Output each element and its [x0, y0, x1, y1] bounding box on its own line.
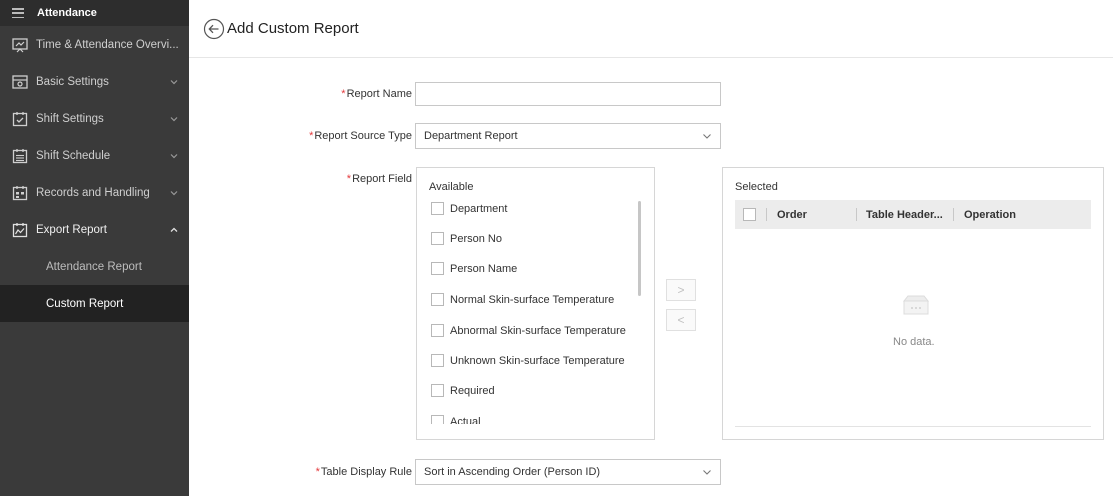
export-report-icon — [12, 222, 28, 237]
available-item[interactable]: Actual — [431, 415, 481, 424]
checkbox[interactable] — [431, 384, 444, 397]
sidebar: Attendance Time & Attendance Overvi... B… — [0, 0, 189, 496]
available-item[interactable]: Person No — [431, 232, 502, 245]
sidebar-subitem-attendance-report[interactable]: Attendance Report — [0, 248, 189, 285]
divider — [735, 426, 1091, 427]
selected-table-header: Order Table Header... Operation — [735, 200, 1091, 229]
sidebar-item-basic-settings[interactable]: Basic Settings — [0, 63, 189, 100]
sidebar-title: Attendance — [37, 7, 97, 19]
sidebar-item-records[interactable]: Records and Handling — [0, 174, 189, 211]
page-title: Add Custom Report — [227, 20, 359, 37]
menu-icon[interactable] — [12, 8, 24, 18]
table-display-label: *Table Display Rule — [315, 466, 412, 478]
sidebar-item-overview[interactable]: Time & Attendance Overvi... — [0, 26, 189, 63]
sidebar-item-label: Time & Attendance Overvi... — [36, 38, 179, 51]
selected-title: Selected — [735, 181, 778, 193]
shift-settings-icon — [12, 111, 28, 126]
select-all-checkbox[interactable] — [743, 208, 756, 221]
sidebar-item-shift-schedule[interactable]: Shift Schedule — [0, 137, 189, 174]
report-field-label: *Report Field — [346, 173, 412, 185]
sidebar-item-label: Basic Settings — [36, 75, 109, 88]
report-source-value: Department Report — [424, 130, 518, 142]
add-button[interactable]: > — [666, 279, 696, 301]
empty-box-icon — [902, 295, 930, 315]
chevron-down-icon — [170, 153, 178, 158]
sidebar-header[interactable]: Attendance — [0, 0, 189, 26]
report-source-select[interactable]: Department Report — [415, 123, 721, 149]
basic-settings-icon — [12, 74, 28, 89]
report-name-input[interactable] — [415, 82, 721, 106]
checkbox[interactable] — [431, 202, 444, 215]
column-table-header[interactable]: Table Header... — [857, 200, 953, 229]
table-display-select[interactable]: Sort in Ascending Order (Person ID) — [415, 459, 721, 485]
chevron-down-icon — [703, 134, 711, 139]
page-header: Add Custom Report — [189, 0, 1113, 58]
overview-icon — [12, 37, 28, 52]
chevron-down-icon — [170, 190, 178, 195]
available-item[interactable]: Abnormal Skin-surface Temperature — [431, 324, 626, 337]
chevron-down-icon — [170, 79, 178, 84]
empty-text: No data. — [893, 336, 935, 348]
checkbox[interactable] — [431, 354, 444, 367]
available-scrollbar[interactable] — [638, 201, 641, 296]
sidebar-item-label: Shift Settings — [36, 112, 104, 125]
remove-button[interactable]: < — [666, 309, 696, 331]
selected-panel: Selected Order Table Header... Operation… — [722, 167, 1104, 440]
sidebar-item-label: Export Report — [36, 223, 107, 236]
sidebar-item-label: Records and Handling — [36, 186, 150, 199]
select-all-cell — [735, 200, 766, 229]
records-icon — [12, 185, 28, 200]
available-item[interactable]: Department — [431, 202, 507, 215]
checkbox[interactable] — [431, 415, 444, 424]
checkbox[interactable] — [431, 324, 444, 337]
checkbox[interactable] — [431, 232, 444, 245]
available-panel: Available Department Person No Person Na… — [416, 167, 655, 440]
chevron-down-icon — [170, 116, 178, 121]
report-name-label: *Report Name — [341, 88, 412, 100]
sidebar-subitem-custom-report[interactable]: Custom Report — [0, 285, 189, 322]
sidebar-item-shift-settings[interactable]: Shift Settings — [0, 100, 189, 137]
available-item[interactable]: Unknown Skin-surface Temperature — [431, 354, 625, 367]
sidebar-item-export-report[interactable]: Export Report — [0, 211, 189, 248]
chevron-down-icon — [703, 470, 711, 475]
column-operation[interactable]: Operation — [954, 200, 1054, 229]
chevron-up-icon — [170, 227, 178, 232]
available-clip: Actual — [417, 412, 647, 424]
checkbox[interactable] — [431, 293, 444, 306]
sidebar-item-label: Shift Schedule — [36, 149, 111, 162]
available-title: Available — [429, 181, 474, 193]
report-source-label: *Report Source Type — [309, 130, 412, 142]
available-item[interactable]: Required — [431, 384, 495, 397]
available-item[interactable]: Person Name — [431, 262, 517, 275]
table-display-value: Sort in Ascending Order (Person ID) — [424, 466, 601, 478]
available-item[interactable]: Normal Skin-surface Temperature — [431, 293, 614, 306]
main-content: Add Custom Report *Report Name *Report S… — [189, 0, 1113, 496]
checkbox[interactable] — [431, 262, 444, 275]
back-arrow-icon[interactable] — [203, 18, 225, 40]
column-order[interactable]: Order — [767, 200, 856, 229]
shift-schedule-icon — [12, 148, 28, 163]
